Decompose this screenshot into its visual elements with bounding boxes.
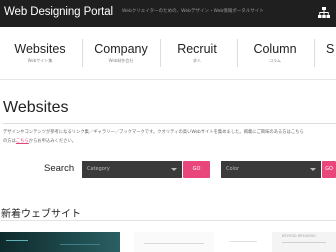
color-select[interactable]: Color xyxy=(221,161,321,178)
site-thumbnail[interactable] xyxy=(134,232,214,252)
nav-item-sub: 求人 xyxy=(193,58,201,63)
nav-item-partial[interactable]: S xyxy=(326,27,336,79)
intro-text: デザインやコンテンツが参考になるリンク集／ギャラリー／ブックマークです。クオリテ… xyxy=(3,130,304,135)
apply-link[interactable]: こちら xyxy=(16,139,29,144)
intro-text-line2: の方はこちらからお申込みください。 xyxy=(3,138,76,144)
nav-item-title: Column xyxy=(253,42,297,56)
search-label: Search xyxy=(44,163,75,174)
nav-item-sub: コラム xyxy=(269,58,281,63)
new-sites-heading: 新着ウェブサイト xyxy=(1,209,81,220)
site-thumbnail[interactable] xyxy=(0,232,120,252)
site-thumbnail[interactable]: BEYOND BREAKING xyxy=(272,232,336,252)
intro-prefix: の方は xyxy=(3,139,16,144)
title-divider xyxy=(3,123,336,124)
intro-suffix: からお申込みください。 xyxy=(28,139,77,144)
color-select-value: Color xyxy=(226,166,240,172)
nav-item-title: Recruit xyxy=(177,42,217,56)
nav-item-company[interactable]: Company Web制作会社 xyxy=(83,27,159,79)
site-logo[interactable]: Web Designing Portal xyxy=(4,6,113,18)
nav-item-column[interactable]: Column コラム xyxy=(238,27,312,79)
nav-item-title: Websites xyxy=(14,42,66,56)
page-title: Websites xyxy=(3,99,69,116)
thumb-caption: BEYOND BREAKING xyxy=(282,234,316,238)
nav-divider xyxy=(314,39,315,67)
nav-item-sub: Webサイト集 xyxy=(27,58,53,63)
color-go-button[interactable]: GO xyxy=(322,161,336,178)
chevron-down-icon xyxy=(310,168,316,171)
nav-item-websites[interactable]: Websites Webサイト集 xyxy=(0,27,80,79)
nav-item-recruit[interactable]: Recruit 求人 xyxy=(161,27,233,79)
section-divider xyxy=(0,220,336,221)
category-go-button[interactable]: GO xyxy=(183,161,210,178)
global-nav: Websites Webサイト集 Company Web制作会社 Recruit… xyxy=(0,27,336,80)
thumb-decoration xyxy=(229,241,257,242)
category-select[interactable]: Category xyxy=(82,161,182,178)
thumb-decoration xyxy=(6,240,28,241)
site-thumbnail[interactable] xyxy=(225,232,265,252)
category-select-value: Category xyxy=(87,166,110,172)
chevron-down-icon xyxy=(171,168,177,171)
thumb-decoration xyxy=(282,242,326,243)
nav-item-sub: Web制作会社 xyxy=(108,58,134,63)
thumb-decoration xyxy=(144,243,204,244)
nav-item-title: Company xyxy=(94,42,148,56)
sitemap-icon[interactable] xyxy=(317,6,331,20)
site-header: Web Designing Portal Webクリエイターのための、Webデザ… xyxy=(0,0,336,27)
site-tagline: Webクリエイターのための、Webデザイン・Web情報ポータルサイト xyxy=(122,9,264,14)
nav-item-title: S xyxy=(326,42,335,56)
thumb-decoration xyxy=(60,244,100,245)
